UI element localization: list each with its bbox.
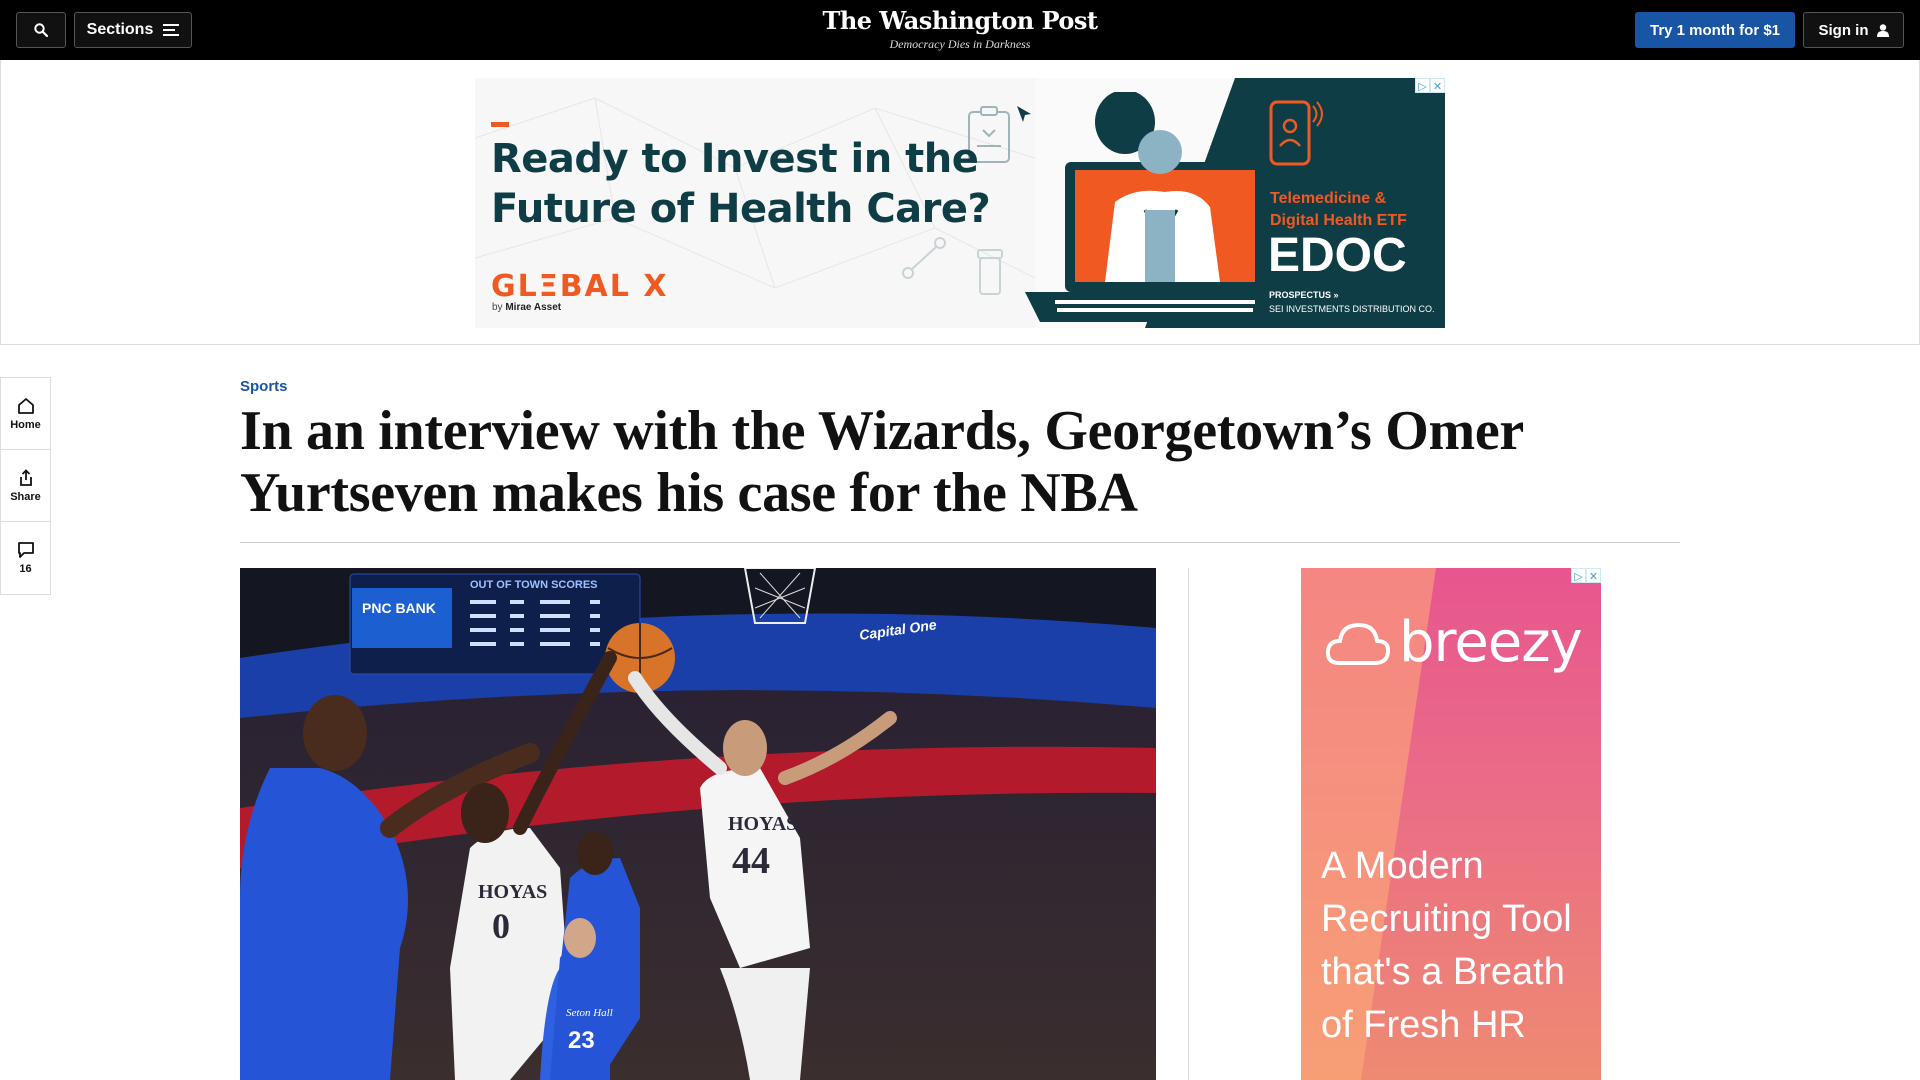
- logo-tagline: Democracy Dies in Darkness: [889, 37, 1031, 51]
- adchoices-icon-side[interactable]: ▷: [1571, 568, 1586, 583]
- breezy-wordmark: breezy: [1399, 610, 1583, 675]
- site-logo[interactable]: The Washington Post Democracy Dies in Da…: [760, 6, 1160, 52]
- headline-divider: [240, 542, 1680, 543]
- share-icon: [19, 468, 32, 486]
- ad-close-icon[interactable]: ✕: [1430, 78, 1445, 93]
- cloud-icon: [1325, 622, 1391, 665]
- ad-etf-label: Telemedicine & Digital Health ETF: [1270, 188, 1407, 232]
- ad-prospectus-link[interactable]: PROSPECTUS »: [1269, 290, 1339, 300]
- photo-jersey-left: HOYAS: [478, 881, 547, 903]
- comment-icon: [17, 542, 34, 558]
- home-icon: [17, 397, 34, 414]
- laptop-doctor-illustration: [1025, 92, 1285, 322]
- user-icon: [1876, 23, 1889, 37]
- rail-comments-count: 16: [19, 563, 32, 575]
- lead-photo[interactable]: PNC BANK OUT OF TOWN SCORES Capital One …: [240, 568, 1156, 1080]
- photo-sponsor-pnc: PNC BANK: [362, 600, 436, 616]
- masthead-bar: Sections The Washington Post Democracy D…: [0, 0, 1920, 60]
- phone-doctor-icon: [1269, 100, 1323, 166]
- ad-byline-name: Mirae Asset: [505, 302, 562, 313]
- subscribe-label: Try 1 month for $1: [1649, 21, 1781, 39]
- sidebar-ad[interactable]: breezy A Modern Recruiting Tool that's a…: [1301, 568, 1601, 1080]
- rail-share-label: Share: [10, 490, 41, 503]
- ad-etf-line-1: Telemedicine &: [1270, 190, 1387, 207]
- signin-button[interactable]: Sign in: [1803, 12, 1904, 48]
- ad-ticker: EDOC: [1268, 229, 1407, 282]
- photo-jersey-right: HOYAS: [728, 813, 797, 835]
- ad-distributor: SEI INVESTMENTS DISTRIBUTION CO.: [1269, 304, 1435, 314]
- sections-button[interactable]: Sections: [74, 12, 192, 48]
- section-kicker[interactable]: Sports: [240, 378, 288, 395]
- rail-home-label: Home: [10, 418, 41, 431]
- breezy-logo: breezy: [1325, 610, 1583, 675]
- rail-comments-button[interactable]: 16: [1, 522, 50, 594]
- adchoices-badge-side[interactable]: ▷ ✕: [1571, 568, 1601, 583]
- ad-brand: GLΞBAL X: [491, 269, 669, 304]
- search-icon: [34, 23, 48, 37]
- ad-side-copy: A Modern Recruiting Tool that's a Breath…: [1321, 845, 1572, 1046]
- sections-label: Sections: [86, 21, 154, 38]
- adchoices-badge[interactable]: ▷ ✕: [1415, 78, 1445, 93]
- ad-byline: by Mirae Asset: [492, 302, 561, 313]
- photo-opponent-number: 23: [568, 1027, 595, 1054]
- adchoices-icon[interactable]: ▷: [1415, 78, 1430, 93]
- subscribe-button[interactable]: Try 1 month for $1: [1635, 12, 1795, 48]
- article-side-rail: Home Share 16: [0, 377, 51, 595]
- ad-byline-prefix: by: [492, 302, 503, 313]
- molecule-icon: [902, 237, 946, 279]
- menu-icon: [163, 24, 180, 36]
- search-button[interactable]: [16, 12, 66, 48]
- top-banner-ad[interactable]: Ready to Invest in the Future of Health …: [475, 78, 1445, 328]
- column-divider: [1188, 568, 1189, 1080]
- ad-headline: Ready to Invest in the Future of Health …: [491, 136, 991, 232]
- article-headline: In an interview with the Wizards, George…: [240, 400, 1523, 524]
- rail-share-button[interactable]: Share: [1, 450, 50, 522]
- logo-wordmark: The Washington Post: [822, 6, 1098, 35]
- lead-photo-illustration: PNC BANK OUT OF TOWN SCORES Capital One …: [240, 568, 1156, 1080]
- photo-jersey-right-number: 44: [732, 840, 770, 882]
- photo-jersey-left-number: 0: [492, 906, 510, 946]
- rail-home-button[interactable]: Home: [1, 378, 50, 450]
- ad-accent-dash: [491, 122, 509, 127]
- signin-label: Sign in: [1818, 21, 1869, 39]
- photo-scoreboard-title: OUT OF TOWN SCORES: [470, 579, 598, 591]
- photo-opponent-name: Seton Hall: [566, 1007, 613, 1019]
- ad-close-icon-side[interactable]: ✕: [1586, 568, 1601, 583]
